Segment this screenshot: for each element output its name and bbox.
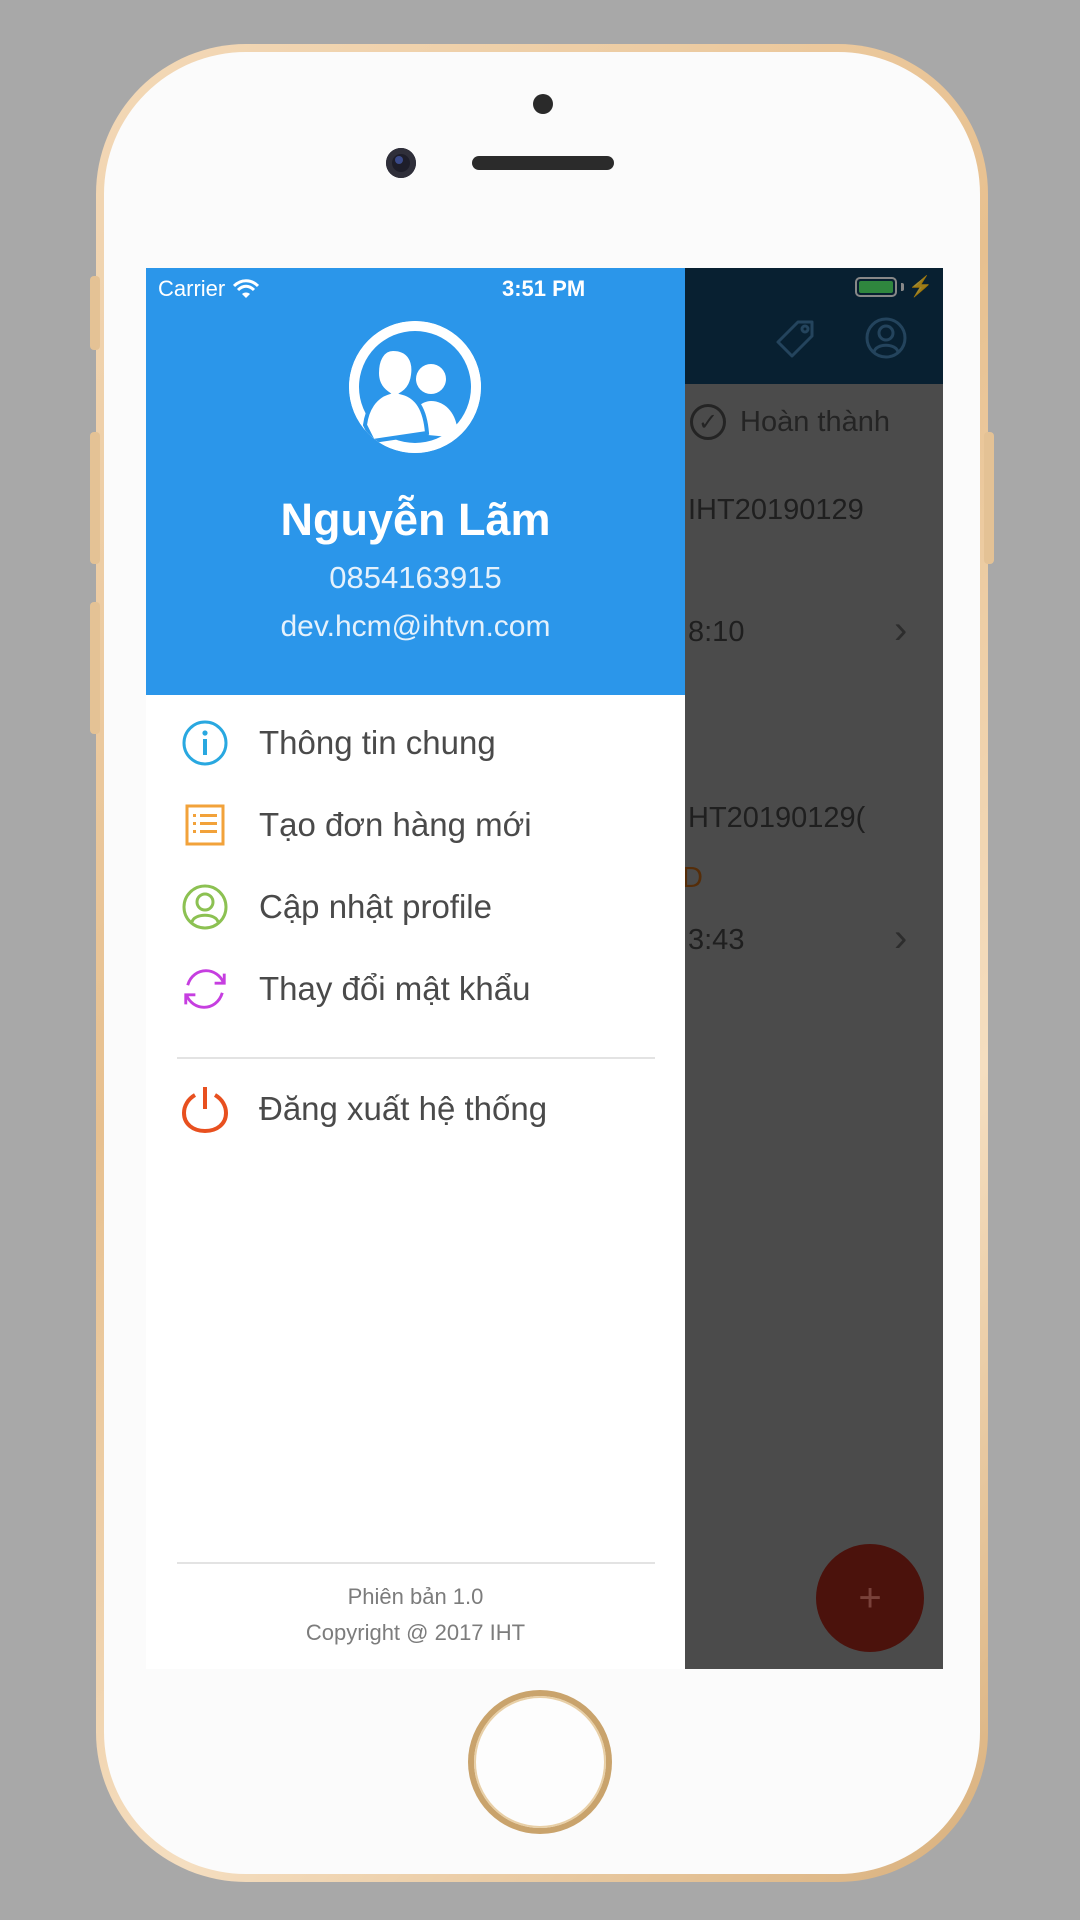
home-button[interactable] [474, 1696, 606, 1828]
menu-item-general-info[interactable]: Thông tin chung [146, 707, 685, 779]
power-icon [180, 1084, 230, 1134]
volume-up-button [90, 432, 100, 564]
user-icon [180, 882, 230, 932]
menu-item-label: Đăng xuất hệ thống [259, 1090, 548, 1127]
avatar[interactable] [349, 321, 481, 453]
user-phone: 0854163915 [329, 560, 502, 595]
earpiece-speaker [472, 156, 614, 170]
list-icon [180, 800, 230, 850]
drawer-scrim[interactable] [685, 268, 943, 1669]
screen: ⚡ ✓ Hoàn thành IHT20190129 8:10 › HT2019… [146, 268, 943, 1669]
user-email: dev.hcm@ihtvn.com [280, 610, 551, 643]
wifi-icon [233, 279, 260, 298]
menu-item-change-password[interactable]: Thay đổi mật khẩu [146, 953, 685, 1025]
mute-switch [90, 276, 100, 350]
status-time: 3:51 PM [502, 276, 586, 301]
menu-item-label: Cập nhật profile [259, 888, 492, 925]
menu-item-label: Thay đổi mật khẩu [259, 970, 531, 1007]
status-carrier: Carrier [158, 276, 260, 302]
info-icon [180, 718, 230, 768]
app-version: Phiên bản 1.0 [347, 1584, 484, 1609]
drawer-header: Carrier 3:51 PM Nguyễn Lãm 0854163915 de… [146, 268, 685, 695]
volume-down-button [90, 602, 100, 734]
menu-divider [177, 1057, 655, 1059]
footer-divider [177, 1562, 655, 1564]
user-name: Nguyễn Lãm [280, 494, 551, 545]
navigation-drawer: Carrier 3:51 PM Nguyễn Lãm 0854163915 de… [146, 268, 685, 1669]
power-side-button [984, 432, 994, 564]
menu-item-update-profile[interactable]: Cập nhật profile [146, 871, 685, 943]
front-camera [386, 148, 416, 178]
menu-item-new-order[interactable]: Tạo đơn hàng mới [146, 789, 685, 861]
proximity-sensor [533, 94, 553, 114]
menu-item-label: Tạo đơn hàng mới [259, 806, 532, 843]
users-icon [349, 321, 481, 453]
menu-item-label: Thông tin chung [259, 724, 496, 761]
copyright: Copyright @ 2017 IHT [305, 1620, 526, 1645]
menu-item-logout[interactable]: Đăng xuất hệ thống [146, 1073, 685, 1145]
refresh-icon [180, 964, 230, 1014]
